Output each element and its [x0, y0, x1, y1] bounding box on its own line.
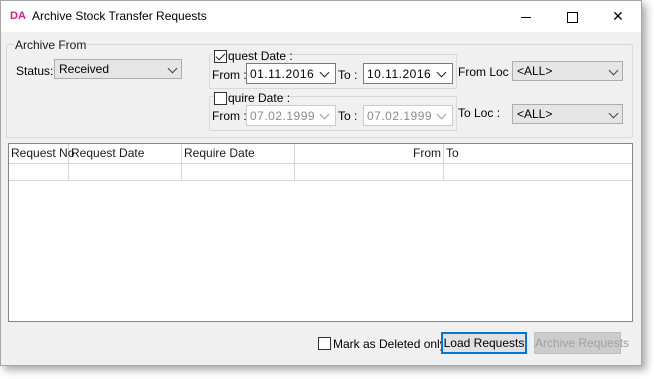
chevron-down-icon — [436, 109, 447, 120]
to-loc-value: <ALL> — [517, 107, 553, 121]
column-header-to[interactable]: To — [444, 144, 632, 163]
column-header-require-date[interactable]: Require Date — [182, 144, 295, 163]
table-cell[interactable] — [9, 164, 69, 180]
status-label: Status: — [16, 64, 54, 78]
chevron-down-icon — [608, 65, 619, 76]
maximize-icon — [566, 11, 578, 23]
grid-header: Request No Request Date Require Date Fro… — [9, 144, 632, 164]
require-date-label: quire Date : — [228, 91, 291, 105]
chevron-down-icon — [319, 109, 330, 120]
to-loc-label: To Loc : — [458, 106, 501, 120]
load-requests-button[interactable]: Load Requests — [441, 332, 527, 354]
mark-deleted-checkbox[interactable] — [318, 337, 331, 350]
column-header-request-date[interactable]: Request Date — [69, 144, 182, 163]
table-cell[interactable] — [444, 164, 632, 180]
request-from-date-value: 01.11.2016 — [250, 67, 315, 81]
require-to-label: To : — [338, 109, 358, 123]
require-to-date-value: 07.02.1999 — [367, 109, 433, 123]
minimize-icon — [521, 16, 531, 18]
request-to-date-picker[interactable]: 10.11.2016 — [363, 63, 453, 84]
archive-requests-button[interactable]: Archive Requests — [534, 332, 629, 354]
table-cell[interactable] — [69, 164, 182, 180]
status-select-value: Received — [59, 62, 110, 76]
request-to-date-value: 10.11.2016 — [367, 67, 432, 81]
from-loc-label: From Loc : — [458, 65, 516, 79]
dialog-window: DA Archive Stock Transfer Requests ✕ Arc… — [0, 0, 642, 366]
table-cell[interactable] — [295, 164, 444, 180]
require-to-date-picker[interactable]: 07.02.1999 — [363, 105, 453, 126]
mark-deleted-label: Mark as Deleted only — [333, 337, 446, 351]
require-from-date-value: 07.02.1999 — [250, 109, 316, 123]
to-loc-select[interactable]: <ALL> — [512, 104, 623, 124]
close-button[interactable]: ✕ — [595, 1, 641, 32]
maximize-button[interactable] — [549, 1, 595, 32]
require-date-checkbox[interactable] — [214, 92, 227, 105]
minimize-button[interactable] — [503, 1, 549, 32]
from-loc-value: <ALL> — [517, 64, 553, 78]
request-to-label: To : — [338, 68, 358, 82]
chevron-down-icon — [319, 67, 330, 78]
chevron-down-icon — [436, 67, 447, 78]
request-from-date-picker[interactable]: 01.11.2016 — [246, 63, 336, 84]
chevron-down-icon — [608, 108, 619, 119]
archive-from-label: Archive From — [14, 38, 88, 52]
title-bar[interactable]: DA Archive Stock Transfer Requests ✕ — [1, 1, 641, 32]
table-cell[interactable] — [182, 164, 295, 180]
request-from-label: From : — [212, 68, 247, 82]
close-icon: ✕ — [612, 8, 624, 24]
chevron-down-icon — [167, 63, 178, 74]
column-header-from[interactable]: From — [295, 144, 444, 163]
app-logo-icon: DA — [10, 10, 26, 22]
requests-grid[interactable]: Request No Request Date Require Date Fro… — [8, 143, 633, 322]
require-from-date-picker[interactable]: 07.02.1999 — [246, 105, 336, 126]
from-loc-select[interactable]: <ALL> — [512, 61, 623, 81]
request-date-label: quest Date : — [228, 49, 293, 63]
status-select[interactable]: Received — [54, 59, 182, 79]
column-header-request-no[interactable]: Request No — [9, 144, 74, 163]
request-date-checkbox[interactable] — [214, 50, 227, 63]
require-from-label: From : — [212, 109, 247, 123]
window-title: Archive Stock Transfer Requests — [32, 9, 207, 23]
table-row[interactable] — [9, 164, 632, 181]
